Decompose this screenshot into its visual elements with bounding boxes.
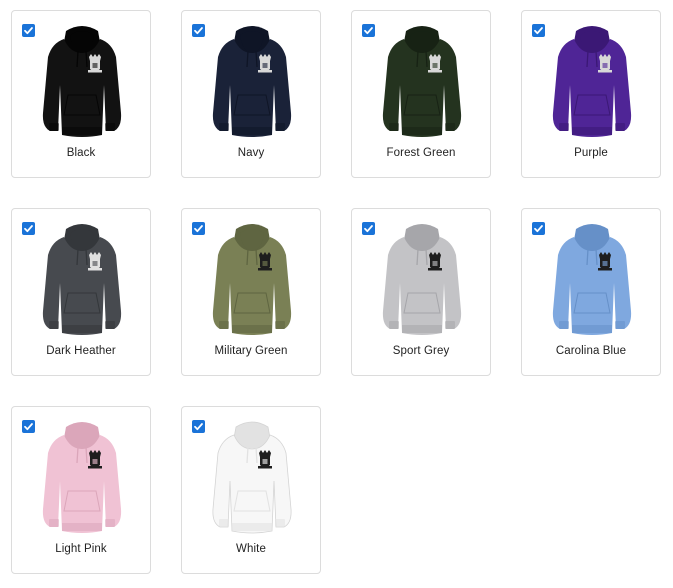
swatch-label: Sport Grey bbox=[392, 345, 450, 357]
swatch-card[interactable]: Navy bbox=[181, 10, 321, 178]
swatch-label: Purple bbox=[574, 147, 608, 159]
hoodie-image bbox=[212, 26, 292, 137]
swatch-card[interactable]: Carolina Blue bbox=[521, 208, 661, 376]
swatch-label: Navy bbox=[237, 147, 265, 159]
swatch-label: Black bbox=[66, 147, 96, 159]
swatch-card[interactable]: Black bbox=[11, 10, 151, 178]
swatch-label: White bbox=[236, 543, 266, 555]
hoodie-image bbox=[42, 422, 122, 533]
swatch-label: Forest Green bbox=[386, 147, 456, 159]
swatch-label: Military Green bbox=[214, 345, 288, 357]
swatch-card[interactable]: Light Pink bbox=[11, 406, 151, 574]
hoodie-image bbox=[212, 421, 292, 534]
swatch-card[interactable]: Purple bbox=[521, 10, 661, 178]
hoodie-image bbox=[42, 224, 122, 335]
checkbox-checked-icon[interactable] bbox=[192, 24, 205, 37]
hoodie-image bbox=[382, 224, 462, 335]
swatch-label: Dark Heather bbox=[46, 345, 116, 357]
hoodie-image bbox=[212, 224, 292, 335]
hoodie-image bbox=[42, 26, 122, 137]
swatch-label: Carolina Blue bbox=[555, 345, 627, 357]
hoodie-image bbox=[382, 26, 462, 137]
swatch-card[interactable]: Sport Grey bbox=[351, 208, 491, 376]
checkbox-checked-icon[interactable] bbox=[362, 222, 375, 235]
swatch-card[interactable]: Forest Green bbox=[351, 10, 491, 178]
swatch-card[interactable]: Dark Heather bbox=[11, 208, 151, 376]
hoodie-image bbox=[552, 224, 632, 335]
checkbox-checked-icon[interactable] bbox=[22, 24, 35, 37]
checkbox-checked-icon[interactable] bbox=[192, 420, 205, 433]
checkbox-checked-icon[interactable] bbox=[192, 222, 205, 235]
checkbox-checked-icon[interactable] bbox=[532, 222, 545, 235]
checkbox-checked-icon[interactable] bbox=[362, 24, 375, 37]
checkbox-checked-icon[interactable] bbox=[532, 24, 545, 37]
swatch-label: Light Pink bbox=[55, 543, 107, 555]
checkbox-checked-icon[interactable] bbox=[22, 420, 35, 433]
checkbox-checked-icon[interactable] bbox=[22, 222, 35, 235]
swatch-card[interactable]: White bbox=[181, 406, 321, 574]
color-swatch-grid: Black Navy Forest Green Purple Dark Heat… bbox=[0, 0, 673, 588]
swatch-card[interactable]: Military Green bbox=[181, 208, 321, 376]
hoodie-image bbox=[552, 26, 632, 137]
